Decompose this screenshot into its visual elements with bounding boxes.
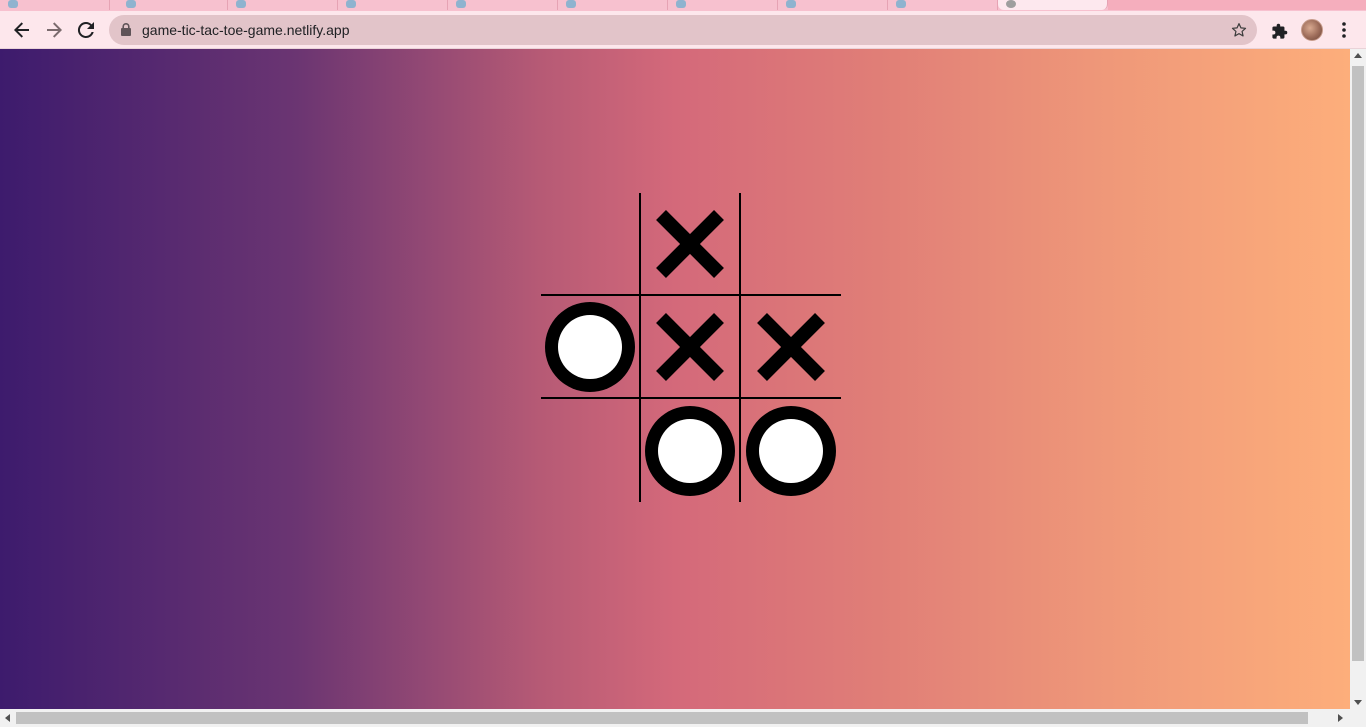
forward-button[interactable] bbox=[40, 16, 68, 44]
board-cell[interactable] bbox=[741, 193, 841, 296]
o-mark-icon bbox=[645, 405, 735, 496]
browser-tab[interactable] bbox=[558, 0, 668, 10]
board-cell[interactable] bbox=[641, 193, 741, 296]
x-mark-icon bbox=[645, 199, 735, 289]
tab-favicon-icon bbox=[456, 0, 466, 8]
browser-tab-active[interactable] bbox=[998, 0, 1108, 10]
scroll-down-arrow-icon[interactable] bbox=[1354, 700, 1362, 705]
tab-strip-empty-area bbox=[1108, 0, 1366, 10]
arrow-right-icon bbox=[47, 22, 62, 38]
scroll-left-arrow-icon[interactable] bbox=[5, 714, 10, 722]
browser-tab[interactable] bbox=[228, 0, 338, 10]
extensions-button[interactable] bbox=[1268, 20, 1290, 42]
x-mark-icon bbox=[645, 302, 735, 392]
browser-tab[interactable] bbox=[0, 0, 110, 10]
reload-button[interactable] bbox=[72, 16, 100, 44]
board-cell[interactable] bbox=[741, 399, 841, 502]
browser-tab[interactable] bbox=[778, 0, 888, 10]
tab-favicon-icon bbox=[786, 0, 796, 8]
horizontal-scrollbar[interactable] bbox=[0, 709, 1366, 727]
lock-icon bbox=[121, 23, 131, 36]
profile-avatar[interactable] bbox=[1301, 19, 1323, 41]
o-mark-icon bbox=[545, 301, 635, 392]
horizontal-scrollbar-thumb[interactable] bbox=[16, 712, 1308, 724]
arrow-left-icon bbox=[14, 22, 29, 38]
tab-favicon-icon bbox=[8, 0, 18, 8]
scroll-right-arrow-icon[interactable] bbox=[1338, 714, 1343, 722]
board-cell[interactable] bbox=[641, 399, 741, 502]
tab-favicon-icon bbox=[566, 0, 576, 8]
board-cell[interactable] bbox=[741, 296, 841, 399]
kebab-menu-icon bbox=[1342, 22, 1346, 38]
puzzle-icon bbox=[1271, 23, 1287, 39]
o-mark-icon bbox=[746, 405, 836, 496]
browser-tab[interactable] bbox=[338, 0, 448, 10]
tab-favicon-icon bbox=[676, 0, 686, 8]
board-cell[interactable] bbox=[541, 193, 641, 296]
browser-tab[interactable] bbox=[888, 0, 998, 10]
tab-favicon-icon bbox=[236, 0, 246, 8]
tab-favicon-icon bbox=[346, 0, 356, 8]
x-mark-icon bbox=[746, 302, 836, 392]
tab-favicon-icon bbox=[1006, 0, 1016, 8]
back-button[interactable] bbox=[8, 16, 36, 44]
vertical-scrollbar-thumb[interactable] bbox=[1352, 66, 1364, 661]
url-text: game-tic-tac-toe-game.netlify.app bbox=[142, 22, 350, 38]
browser-tab[interactable] bbox=[448, 0, 558, 10]
board-cell[interactable] bbox=[641, 296, 741, 399]
scroll-up-arrow-icon[interactable] bbox=[1354, 53, 1362, 58]
board-cell[interactable] bbox=[541, 399, 641, 502]
browser-tab[interactable] bbox=[118, 0, 228, 10]
browser-menu-button[interactable] bbox=[1333, 19, 1355, 41]
tab-favicon-icon bbox=[126, 0, 136, 8]
tab-strip bbox=[0, 0, 1366, 11]
vertical-scrollbar[interactable] bbox=[1350, 49, 1366, 709]
tic-tac-toe-board bbox=[541, 193, 841, 502]
browser-toolbar: game-tic-tac-toe-game.netlify.app bbox=[0, 11, 1366, 49]
board-cell[interactable] bbox=[541, 296, 641, 399]
browser-tab[interactable] bbox=[668, 0, 778, 10]
star-icon bbox=[1231, 23, 1247, 37]
tab-favicon-icon bbox=[896, 0, 906, 8]
bookmark-star-button[interactable] bbox=[1229, 20, 1249, 40]
reload-icon bbox=[77, 21, 94, 38]
address-bar[interactable]: game-tic-tac-toe-game.netlify.app bbox=[109, 15, 1257, 45]
